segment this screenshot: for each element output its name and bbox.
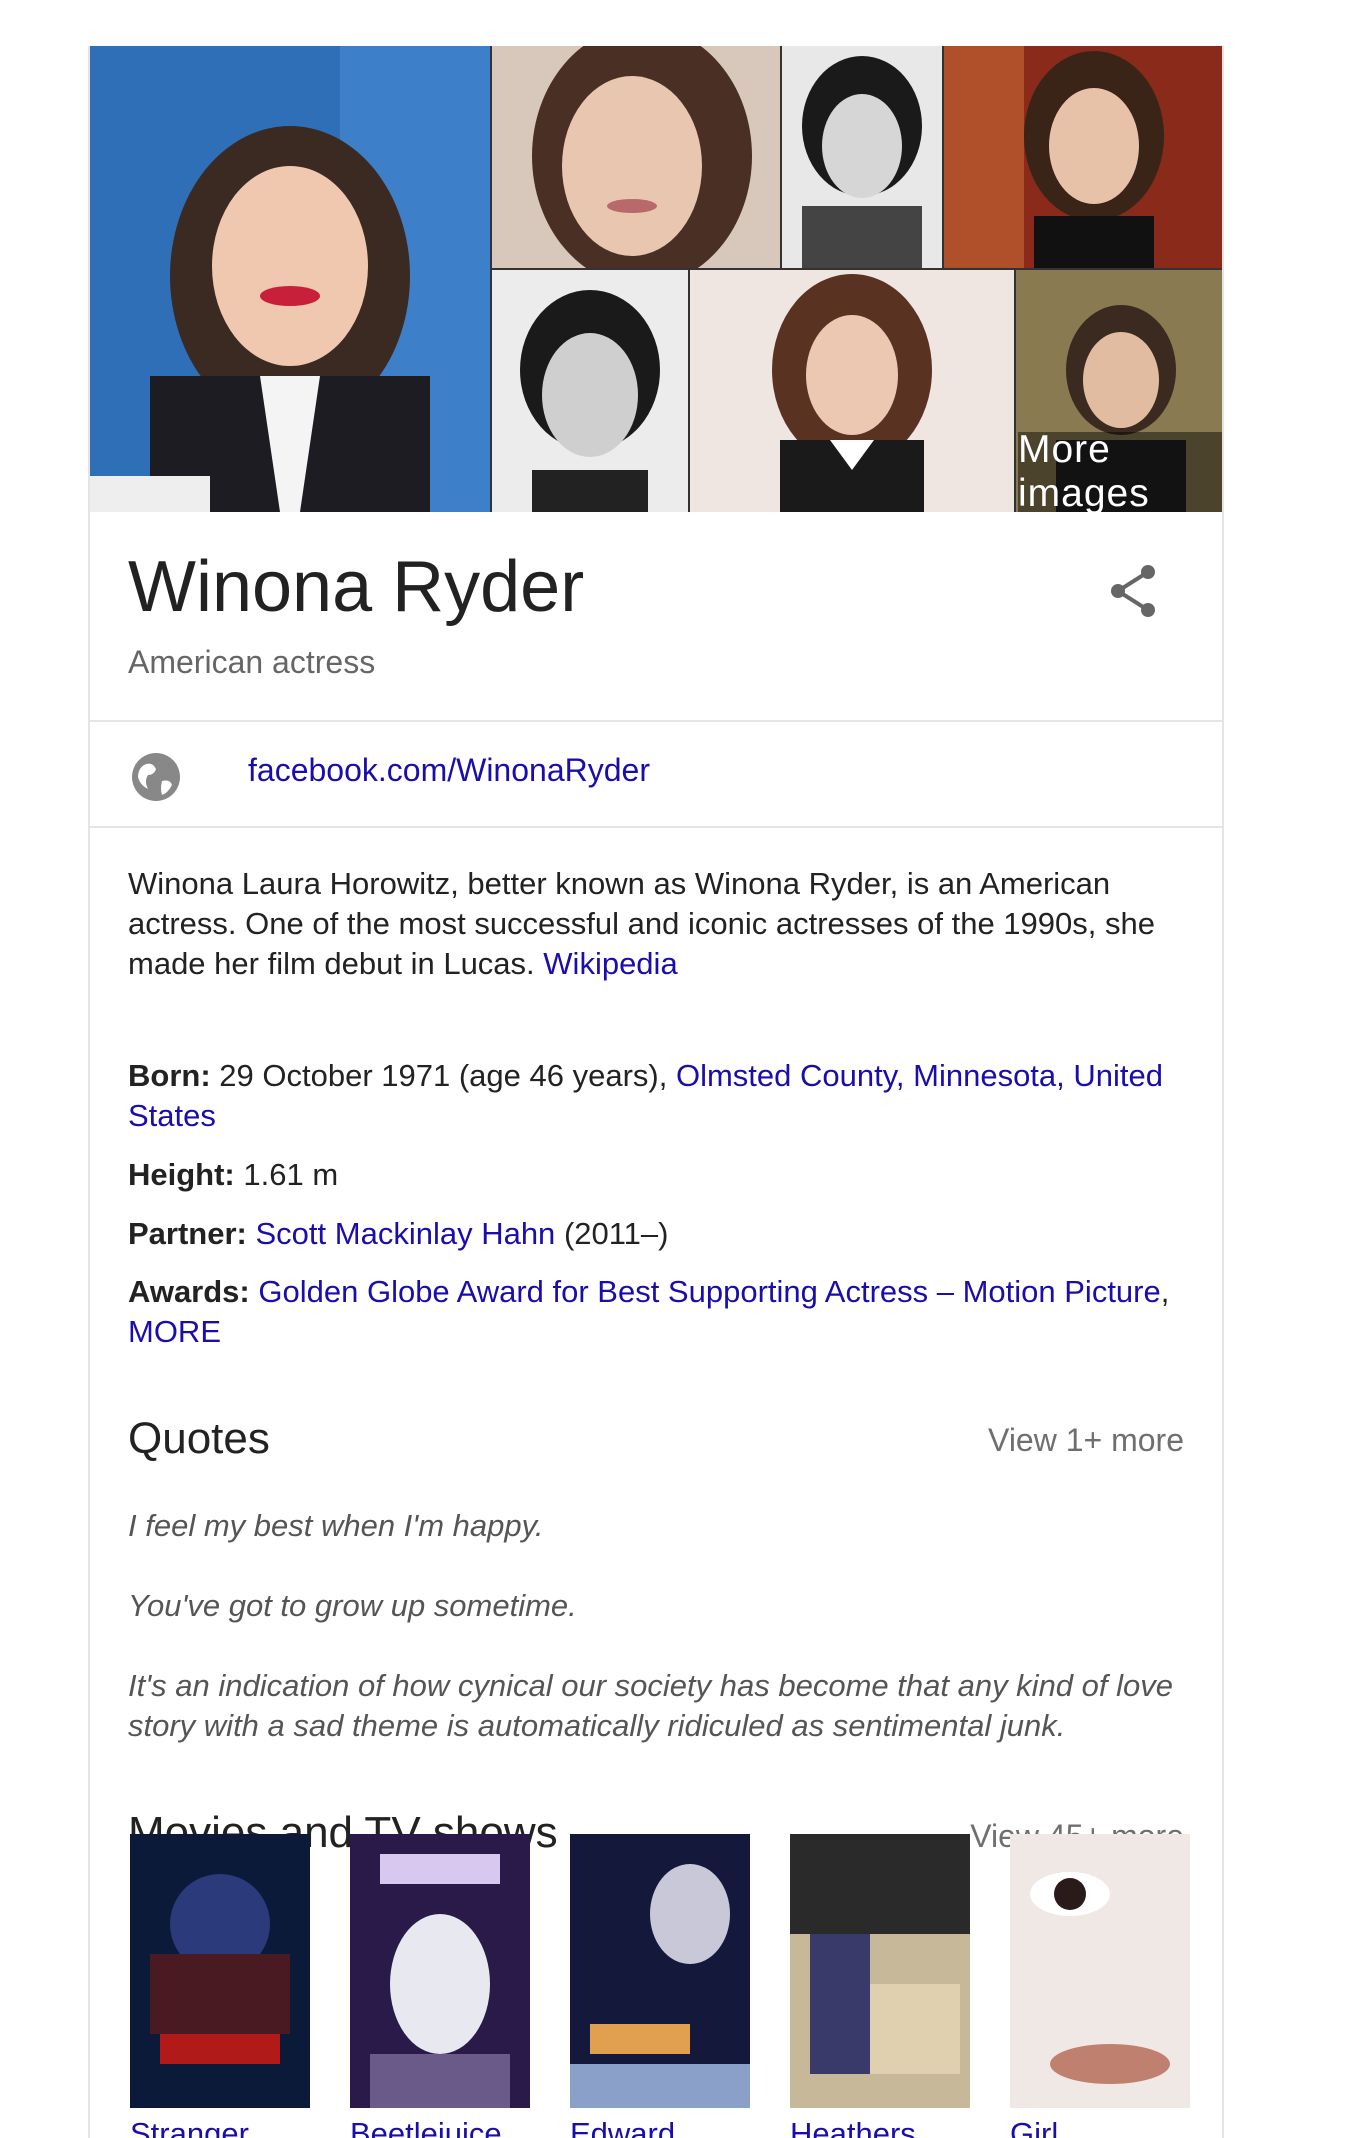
quote-item: You've got to grow up sometime. [128, 1588, 577, 1623]
share-icon[interactable] [1108, 562, 1160, 620]
quote-item: I feel my best when I'm happy. [128, 1508, 544, 1543]
fact-label: Height: [128, 1157, 235, 1192]
movie-poster-beetlejuice[interactable] [350, 1834, 530, 2108]
gallery-image-4[interactable] [944, 46, 1222, 268]
globe-icon [130, 751, 182, 803]
more-images-label: More images [1018, 428, 1150, 515]
knowledge-panel: More images Winona Ryder American actres… [88, 46, 1224, 2138]
movie-title-link[interactable]: Beetlejuice [350, 2116, 502, 2138]
fact-value: 29 October 1971 (age 46 years), [219, 1058, 668, 1093]
movie-poster-stranger-things[interactable] [130, 1834, 310, 2108]
movie-poster-heathers[interactable] [790, 1834, 970, 2108]
website-link[interactable]: facebook.com/WinonaRyder [248, 752, 650, 789]
fact-label: Awards: [128, 1274, 250, 1309]
fact-awards: Awards: Golden Globe Award for Best Supp… [128, 1272, 1188, 1352]
award-link[interactable]: Golden Globe Award for Best Supporting A… [258, 1274, 1160, 1309]
movie-title-link[interactable]: Stranger [130, 2116, 249, 2138]
fact-born: Born: 29 October 1971 (age 46 years), Ol… [128, 1056, 1188, 1136]
entity-description: Winona Laura Horowitz, better known as W… [128, 864, 1168, 984]
more-images-button[interactable]: More images [1018, 428, 1222, 515]
fact-label: Born: [128, 1058, 211, 1093]
gallery-image-6[interactable] [690, 270, 1014, 512]
gallery-image-5[interactable] [492, 270, 688, 512]
fact-label: Partner: [128, 1216, 247, 1251]
entity-title: Winona Ryder [128, 547, 585, 627]
fact-partner: Partner: Scott Mackinlay Hahn (2011–) [128, 1214, 1188, 1254]
fact-value: 1.61 m [243, 1157, 339, 1192]
image-gallery: More images [90, 46, 1222, 515]
movie-title-link[interactable]: Edward [570, 2116, 675, 2138]
entity-subtitle: American actress [128, 644, 376, 680]
movie-title-link[interactable]: Heathers [790, 2116, 916, 2138]
movie-poster-edward-scissorhands[interactable] [570, 1834, 750, 2108]
movie-title-link[interactable]: Girl [1010, 2116, 1058, 2138]
divider [90, 720, 1222, 722]
quotes-title: Quotes [128, 1414, 270, 1463]
awards-more-link[interactable]: MORE [128, 1314, 221, 1349]
award-separator: , [1160, 1274, 1170, 1309]
movie-poster-girl-interrupted[interactable] [1010, 1834, 1190, 2108]
gallery-image-main[interactable] [90, 46, 490, 512]
wikipedia-link[interactable]: Wikipedia [543, 946, 677, 981]
partner-link[interactable]: Scott Mackinlay Hahn [256, 1216, 556, 1251]
gallery-image-2[interactable] [492, 46, 780, 268]
quotes-view-more[interactable]: View 1+ more [988, 1422, 1184, 1459]
fact-value: (2011–) [563, 1216, 669, 1251]
divider [90, 826, 1222, 828]
fact-height: Height: 1.61 m [128, 1155, 1188, 1195]
gallery-image-3[interactable] [782, 46, 942, 268]
quote-item: It's an indication of how cynical our so… [128, 1668, 1173, 1743]
